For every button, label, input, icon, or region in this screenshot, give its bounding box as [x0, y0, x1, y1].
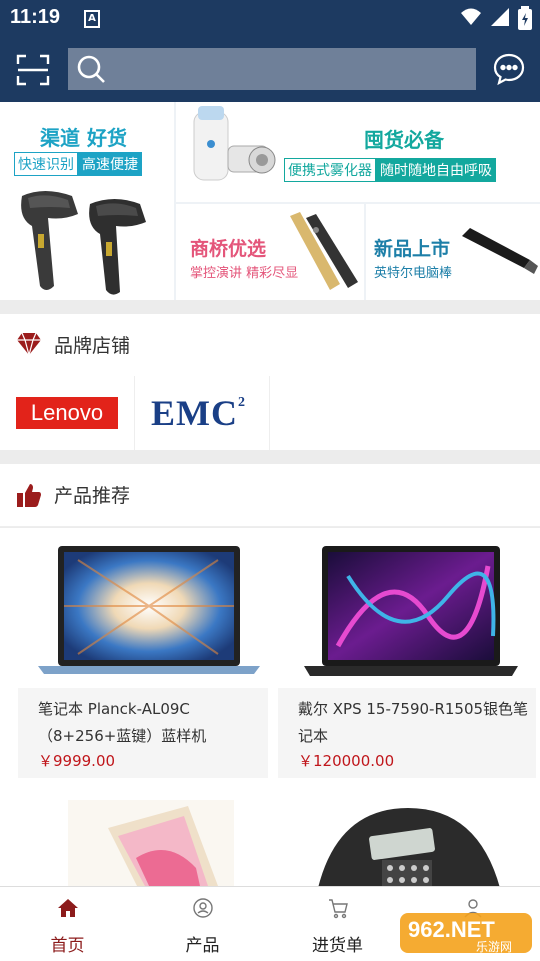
promo-tag: 高速便捷 — [78, 152, 142, 176]
section-title: 产品推荐 — [54, 485, 131, 507]
compute-stick-image — [462, 228, 538, 274]
svg-text:962.NET: 962.NET — [408, 917, 495, 942]
brand-emc[interactable]: EMC2 — [135, 376, 270, 450]
laser-pointer-image — [290, 212, 358, 290]
product-price: ￥9999.00 — [38, 752, 116, 770]
product-price: ￥120000.00 — [298, 752, 395, 770]
laptop-image — [38, 546, 260, 674]
product-name: 笔记本 Planck-AL09C（8+256+蓝键）蓝样机 — [38, 700, 207, 745]
product-card[interactable]: 笔记本 Planck-AL09C（8+256+蓝键）蓝样机 ￥9999.00 — [18, 536, 268, 778]
search-icon — [77, 55, 105, 83]
scan-icon — [16, 54, 50, 86]
promo-title: 新品上市 — [374, 238, 451, 260]
bottom-tab-bar: 首页 产品 进货单 962.NET 乐游网 — [0, 886, 540, 961]
home-icon — [57, 899, 78, 917]
tab-label: 首页 — [50, 936, 85, 956]
promo-tag: 快速识别 — [14, 152, 78, 176]
chat-bubble-icon — [493, 53, 525, 86]
status-bar: 11:19 A — [0, 0, 540, 36]
brand-list: Lenovo EMC2 — [0, 376, 540, 450]
site-watermark: 962.NET 乐游网 — [400, 913, 532, 954]
tab-product[interactable]: 产品 — [135, 887, 270, 961]
signal-icon — [491, 8, 509, 26]
tab-cart[interactable]: 进货单 — [270, 887, 405, 961]
promo-tile-presenter[interactable]: 商桥优选 掌控演讲 精彩尽显 — [176, 204, 364, 300]
wifi-icon — [461, 8, 481, 25]
search-box[interactable] — [68, 48, 476, 90]
nebulizer-image — [193, 106, 276, 181]
product-name: 戴尔 XPS 15-7590-R1505银色笔记本 — [298, 700, 529, 745]
scan-button[interactable] — [16, 54, 50, 86]
brand-section-header: 品牌店铺 — [0, 314, 540, 377]
promo-tag: 随时随地自由呼吸 — [376, 158, 496, 182]
product-icon — [192, 898, 213, 918]
cart-icon — [328, 899, 348, 919]
brand-logo: EMC2 — [151, 393, 246, 433]
promo-title: 商桥优选 — [190, 238, 267, 260]
product-card[interactable] — [278, 798, 536, 888]
promo-tag: 便携式雾化器 — [284, 158, 376, 182]
promo-tile-compute-stick[interactable]: 新品上市 英特尔电脑棒 — [366, 204, 540, 300]
diamond-icon — [17, 332, 41, 356]
product-card[interactable] — [18, 798, 268, 888]
promo-subtitle: 英特尔电脑棒 — [374, 266, 453, 281]
product-card[interactable]: 戴尔 XPS 15-7590-R1505银色笔记本 ￥120000.00 — [278, 536, 536, 778]
thumbs-up-icon — [17, 484, 41, 507]
message-button[interactable] — [492, 52, 526, 86]
tab-label: 产品 — [185, 936, 220, 956]
status-time: 11:19 — [10, 6, 61, 28]
search-input[interactable] — [112, 54, 466, 86]
promo-tile-nebulizer[interactable]: 囤货必备 便携式雾化器 随时随地自由呼吸 — [176, 102, 540, 202]
laptop-image — [304, 546, 518, 676]
tablet-image — [68, 800, 234, 888]
brand-logo: Lenovo — [16, 397, 118, 429]
promo-title: 渠道 好货 — [40, 126, 127, 150]
tab-home[interactable]: 首页 — [0, 887, 135, 961]
svg-text:乐游网: 乐游网 — [476, 940, 512, 954]
promo-tile-scanner[interactable]: 渠道 好货 快速识别 高速便捷 — [0, 102, 174, 300]
barcode-scanner-image — [21, 191, 146, 295]
conference-phone-image — [318, 808, 500, 888]
promo-banner-grid: 渠道 好货 快速识别高速便捷 囤货必备 便携式雾化器随时随地自由呼吸 商桥优 — [0, 102, 540, 300]
notification-a-icon: A — [84, 10, 100, 28]
app-bar — [0, 36, 540, 102]
product-section-header: 产品推荐 — [0, 464, 540, 527]
promo-title: 囤货必备 — [364, 128, 444, 152]
battery-icon — [518, 6, 532, 30]
tab-label: 进货单 — [312, 936, 363, 956]
product-grid: 笔记本 Planck-AL09C（8+256+蓝键）蓝样机 ￥9999.00 戴… — [0, 528, 540, 888]
section-title: 品牌店铺 — [54, 335, 131, 357]
brand-lenovo[interactable]: Lenovo — [0, 376, 135, 450]
